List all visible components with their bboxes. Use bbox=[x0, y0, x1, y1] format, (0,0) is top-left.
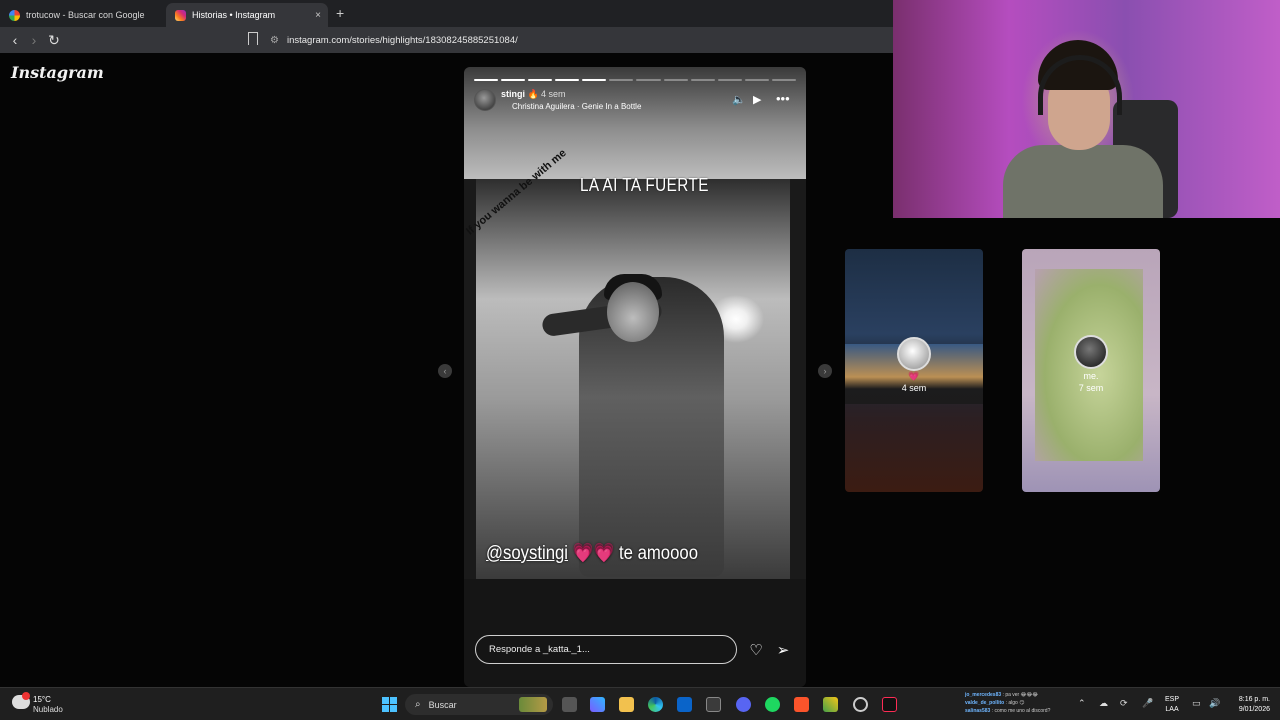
progress-segment bbox=[663, 79, 688, 81]
store-icon[interactable] bbox=[706, 697, 721, 712]
windows-start-icon[interactable] bbox=[382, 697, 397, 712]
tray-sync-icon[interactable]: ⟳ bbox=[1120, 698, 1128, 709]
next-highlight-preview[interactable]: 💗 4 sem bbox=[845, 249, 983, 492]
avatar bbox=[1074, 335, 1108, 369]
site-info-icon[interactable]: ⚙ bbox=[270, 35, 279, 46]
preview-name: me. bbox=[1083, 371, 1099, 381]
progress-segment bbox=[609, 79, 634, 81]
app-icon[interactable] bbox=[823, 697, 838, 712]
previous-story-icon[interactable]: ‹ bbox=[438, 364, 452, 378]
progress-segment bbox=[744, 79, 769, 81]
mirror-frame-left bbox=[464, 179, 476, 579]
chat-message: jo_mercedes83 : pa ver 😂😂😂 bbox=[965, 692, 1039, 698]
progress-segment bbox=[582, 79, 607, 81]
volume-icon[interactable]: 🔊 bbox=[1209, 698, 1220, 709]
spotify-icon[interactable] bbox=[765, 697, 780, 712]
address-bar[interactable]: ⚙ instagram.com/stories/highlights/18308… bbox=[270, 30, 890, 50]
stream-chat-overlay: jo_mercedes83 : pa ver 😂😂😂 valde_de_poll… bbox=[965, 691, 1050, 715]
story-viewer[interactable]: stingi 🔥 4 sem Christina Aguilera · Geni… bbox=[464, 67, 806, 687]
discord-icon[interactable] bbox=[736, 697, 751, 712]
next-highlight-preview[interactable]: me. 7 sem bbox=[1022, 249, 1160, 492]
taskbar-search[interactable]: ⌕ Buscar bbox=[405, 694, 553, 715]
microphone-icon[interactable]: 🎤 bbox=[1142, 698, 1153, 709]
chat-message: salinas583 : como me uno al discord? bbox=[965, 708, 1051, 714]
weather-condition[interactable]: Nublado bbox=[33, 705, 63, 714]
edge-icon[interactable] bbox=[648, 697, 663, 712]
search-highlight-image bbox=[519, 697, 547, 712]
hearts-emoji: 💗💗 bbox=[572, 543, 615, 564]
task-view-icon[interactable] bbox=[562, 697, 577, 712]
weather-temperature[interactable]: 15°C bbox=[33, 695, 51, 704]
mirror-frame-right bbox=[790, 179, 806, 579]
progress-segment bbox=[528, 79, 553, 81]
webcam-overlay bbox=[893, 0, 1280, 218]
story-song[interactable]: Christina Aguilera · Genie In a Bottle bbox=[512, 102, 641, 111]
photo-head bbox=[607, 282, 659, 342]
close-tab-icon[interactable]: × bbox=[315, 10, 321, 21]
caption-end: te amoooo bbox=[618, 543, 698, 564]
url-text: instagram.com/stories/highlights/1830824… bbox=[286, 34, 518, 46]
play-icon[interactable]: ▶ bbox=[753, 93, 761, 106]
instagram-icon bbox=[175, 9, 186, 21]
tiktok-icon[interactable] bbox=[882, 697, 897, 712]
progress-segment bbox=[555, 79, 580, 81]
preview-emoji: 💗 bbox=[908, 371, 920, 381]
chevron-up-icon[interactable]: ⌃ bbox=[1078, 698, 1086, 709]
network-icon[interactable]: ▭ bbox=[1192, 698, 1201, 709]
file-explorer-icon[interactable] bbox=[619, 697, 634, 712]
avatar[interactable] bbox=[474, 89, 496, 111]
new-tab-button[interactable]: + bbox=[336, 5, 344, 21]
back-icon[interactable]: ‹ bbox=[6, 31, 24, 49]
search-icon: ⌕ bbox=[415, 699, 421, 710]
tray-app-icon[interactable]: ☁ bbox=[1099, 698, 1108, 709]
preview-time: 4 sem bbox=[901, 383, 927, 393]
search-label: Buscar bbox=[428, 699, 457, 710]
story-caption-top: LA AI TA FUERTE bbox=[580, 175, 709, 195]
tab-google-search[interactable]: trotucow - Buscar con Google bbox=[0, 3, 165, 27]
forward-icon[interactable]: › bbox=[25, 31, 43, 49]
tab-label: Historias • Instagram bbox=[192, 10, 276, 20]
notification-badge bbox=[22, 692, 30, 700]
preview-time: 7 sem bbox=[1078, 383, 1104, 393]
tab-instagram-stories[interactable]: Historias • Instagram × bbox=[166, 3, 328, 27]
tab-label: trotucow - Buscar con Google bbox=[26, 10, 145, 20]
taskbar-clock[interactable]: 8:16 p. m. 9/01/2026 bbox=[1228, 695, 1270, 715]
avatar bbox=[897, 337, 931, 371]
browser-toolbar: ‹ › ↻ ⚙ instagram.com/stories/highlights… bbox=[0, 27, 893, 53]
outlook-icon[interactable] bbox=[677, 697, 692, 712]
progress-segment bbox=[501, 79, 526, 81]
story-username[interactable]: stingi 🔥 bbox=[501, 89, 539, 100]
story-caption-bottom: @soystingi 💗💗 te amoooo bbox=[486, 541, 698, 565]
reload-icon[interactable]: ↻ bbox=[45, 31, 63, 49]
obs-icon[interactable] bbox=[853, 697, 868, 712]
story-header-area bbox=[464, 67, 806, 179]
person-shirt bbox=[1003, 145, 1163, 218]
progress-segment bbox=[474, 79, 499, 81]
progress-segment bbox=[717, 79, 742, 81]
language-indicator[interactable]: ESP LAA bbox=[1165, 695, 1179, 715]
story-mention-link[interactable]: @soystingi bbox=[486, 543, 568, 564]
heart-icon[interactable]: ♡ bbox=[747, 641, 765, 659]
mute-icon[interactable]: 🔈 bbox=[732, 93, 746, 106]
copilot-icon[interactable] bbox=[590, 697, 605, 712]
more-options-icon[interactable]: ••• bbox=[776, 91, 790, 106]
next-story-icon[interactable]: › bbox=[818, 364, 832, 378]
story-time: 4 sem bbox=[541, 89, 566, 99]
progress-segment bbox=[771, 79, 796, 81]
instagram-logo[interactable]: Instagram bbox=[11, 63, 104, 82]
google-icon bbox=[9, 9, 20, 21]
chat-message: valde_de_pollito : algo 😏 bbox=[965, 700, 1025, 706]
bookmark-icon[interactable] bbox=[248, 32, 258, 45]
progress-segment bbox=[690, 79, 715, 81]
story-progress-bar bbox=[474, 79, 796, 81]
windows-taskbar: 15°C Nublado ⌕ Buscar jo_mercedes83 : pa… bbox=[0, 687, 1280, 720]
send-icon[interactable]: ➢ bbox=[774, 641, 792, 659]
progress-segment bbox=[636, 79, 661, 81]
brave-icon[interactable] bbox=[794, 697, 809, 712]
reply-input[interactable] bbox=[475, 635, 737, 664]
